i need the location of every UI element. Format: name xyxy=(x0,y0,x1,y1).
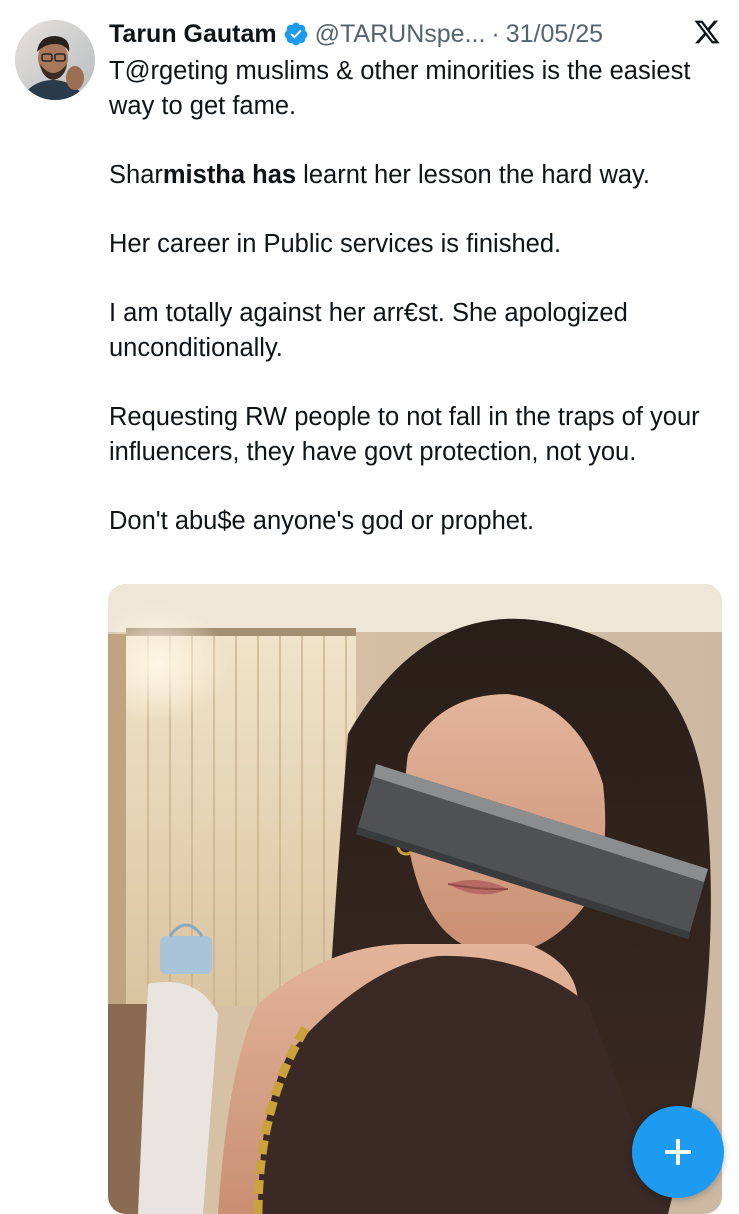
tweet-media-photo[interactable] xyxy=(108,584,722,1214)
compose-button[interactable] xyxy=(632,1106,724,1198)
tweet-paragraph: Don't abu$e anyone's god or prophet. xyxy=(109,507,535,535)
text-run: learnt her lesson the hard way. xyxy=(296,161,650,189)
tweet-date[interactable]: 31/05/25 xyxy=(506,17,603,51)
text-run: Shar xyxy=(109,161,163,189)
tweet-text: T@rgeting muslims & other minorities is … xyxy=(109,54,734,573)
header-separator: · xyxy=(491,20,500,48)
tweet-paragraph: I am totally against her arr€st. She apo… xyxy=(109,299,635,362)
tweet-header: Tarun Gautam @TARUNspe... · 31/05/25 xyxy=(109,16,729,52)
plus-icon xyxy=(665,1139,691,1165)
tweet-paragraph: T@rgeting muslims & other minorities is … xyxy=(109,57,698,120)
tweet-paragraph: Her career in Public services is finishe… xyxy=(109,230,562,258)
text-run-bold: mistha has xyxy=(162,161,297,189)
tweet-paragraph: Requesting RW people to not fall in the … xyxy=(109,403,707,466)
author-handle[interactable]: @TARUNspe... xyxy=(315,17,486,51)
x-logo-icon xyxy=(693,18,721,46)
avatar-image xyxy=(15,20,95,100)
verified-badge-icon xyxy=(283,21,309,47)
avatar[interactable] xyxy=(15,20,95,100)
photo-image xyxy=(108,584,722,1214)
tweet: Tarun Gautam @TARUNspe... · 31/05/25 T@r… xyxy=(0,0,739,1214)
author-name[interactable]: Tarun Gautam xyxy=(109,17,277,51)
tweet-paragraph: Sharmistha has learnt her lesson the har… xyxy=(109,158,734,193)
